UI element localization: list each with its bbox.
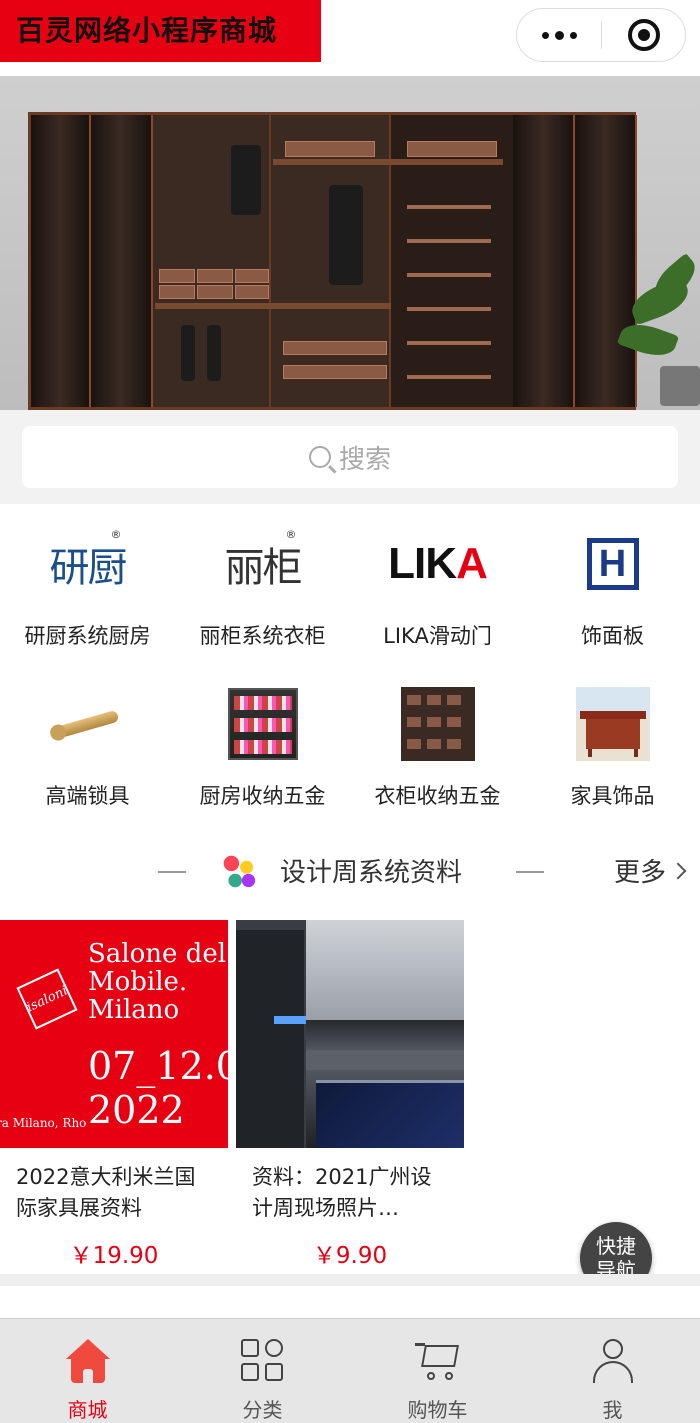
category-label: 丽柜系统衣柜 [199, 624, 326, 648]
tab-bar: 商城 分类 购物车 我 [0, 1318, 700, 1423]
registered-mark: ® [285, 528, 297, 541]
category-item-wardrobe-hardware[interactable]: 衣柜收纳五金 [350, 684, 525, 810]
tab-home[interactable]: 商城 [0, 1319, 175, 1423]
door-handle-icon [48, 684, 128, 764]
ligui-logo-icon: 丽柜 ® [223, 524, 303, 604]
ligui-logo-text: 丽柜 [224, 545, 303, 591]
close-circle-icon[interactable] [602, 19, 685, 51]
more-link[interactable]: 更多 [613, 852, 687, 889]
product-card[interactable]: 资料：2021广州设计周现场照片… ￥9.90 [236, 920, 464, 1270]
category-grid: 研厨 ® 研厨系统厨房 丽柜 ® 丽柜系统衣柜 LIKA LIKA滑动门 H 饰… [0, 504, 700, 824]
chevron-right-icon [669, 862, 687, 879]
product-image: isaloni Salone del Mobile. Milano 07_12.… [0, 920, 228, 1148]
search-icon [308, 446, 331, 468]
product-price: ￥19.90 [69, 1243, 159, 1269]
product-name: 资料：2021广州设计周现场照片… [252, 1165, 432, 1220]
yanchu-logo-text: 研厨 [49, 545, 128, 591]
category-item-veneer[interactable]: H 饰面板 [525, 524, 700, 650]
top-bar: 百灵网络小程序商城 [0, 0, 700, 76]
product-image-date: 07_12.0 [88, 1044, 228, 1088]
section-thumbnail [220, 852, 258, 890]
tab-label: 购物车 [407, 1398, 468, 1422]
isaloni-badge: isaloni [16, 968, 78, 1030]
product-image-location: ra Milano, Rho [0, 1116, 87, 1130]
category-item-yanchu[interactable]: 研厨 ® 研厨系统厨房 [0, 524, 175, 650]
user-icon [591, 1339, 635, 1383]
section-header: 设计周系统资料 更多 [0, 824, 700, 918]
category-label: 饰面板 [581, 624, 644, 648]
hero-banner[interactable] [0, 76, 700, 410]
lika-logo-icon: LIKA [388, 524, 488, 604]
tab-cart[interactable]: 购物车 [350, 1319, 525, 1423]
cabinet-icon [573, 684, 653, 764]
tab-label: 我 [602, 1398, 623, 1422]
category-label: 衣柜收纳五金 [374, 784, 501, 808]
h-logo-text: H [586, 538, 639, 590]
search-placeholder: 搜索 [338, 444, 391, 475]
tab-category[interactable]: 分类 [175, 1319, 350, 1423]
search-input[interactable]: 搜索 [22, 426, 678, 488]
product-image-title: Salone del Mobile. Milano [88, 939, 227, 1025]
divider-strip [0, 1274, 700, 1286]
cart-icon [414, 1339, 461, 1382]
category-item-lika[interactable]: LIKA LIKA滑动门 [350, 524, 525, 650]
category-label: 研厨系统厨房 [24, 624, 151, 648]
category-item-ligui[interactable]: 丽柜 ® 丽柜系统衣柜 [175, 524, 350, 650]
yanchu-logo-icon: 研厨 ® [48, 524, 128, 604]
lika-logo-prefix: LIK [388, 539, 457, 588]
h-logo-icon: H [573, 524, 653, 604]
product-card[interactable]: isaloni Salone del Mobile. Milano 07_12.… [0, 920, 228, 1270]
category-grid-icon [240, 1339, 285, 1382]
category-item-kitchen-hardware[interactable]: 厨房收纳五金 [175, 684, 350, 810]
app-title: 百灵网络小程序商城 [0, 0, 321, 62]
tab-label: 分类 [242, 1398, 283, 1422]
category-label: 高端锁具 [45, 784, 130, 808]
product-image-year: 2022 [88, 1088, 185, 1132]
plant-decoration [616, 252, 700, 406]
more-dots-icon[interactable] [517, 9, 601, 61]
section-title: 设计周系统资料 [280, 858, 463, 888]
lika-logo-suffix: A [456, 539, 488, 588]
registered-mark: ® [110, 528, 122, 541]
category-item-locks[interactable]: 高端锁具 [0, 684, 175, 810]
search-area: 搜索 [0, 410, 700, 504]
more-label: 更多 [613, 858, 666, 888]
category-label: 厨房收纳五金 [199, 784, 326, 808]
product-image [236, 920, 464, 1148]
category-label: LIKA滑动门 [383, 624, 492, 648]
category-label: 家具饰品 [570, 784, 655, 808]
section-divider-left [158, 871, 186, 873]
product-price: ￥9.90 [312, 1243, 388, 1269]
list-continuation [0, 1286, 700, 1318]
category-item-decor[interactable]: 家具饰品 [525, 684, 700, 810]
product-list: isaloni Salone del Mobile. Milano 07_12.… [0, 918, 700, 1274]
tab-me[interactable]: 我 [525, 1319, 700, 1423]
section-divider-right [516, 871, 544, 873]
wardrobe-image [28, 112, 637, 410]
home-icon [65, 1339, 110, 1383]
kitchen-rack-icon [223, 684, 303, 764]
tab-label: 商城 [67, 1398, 108, 1422]
mini-program-capsule [516, 8, 686, 62]
product-name: 2022意大利米兰国际家具展资料 [16, 1165, 196, 1220]
wardrobe-drawer-icon [398, 684, 478, 764]
